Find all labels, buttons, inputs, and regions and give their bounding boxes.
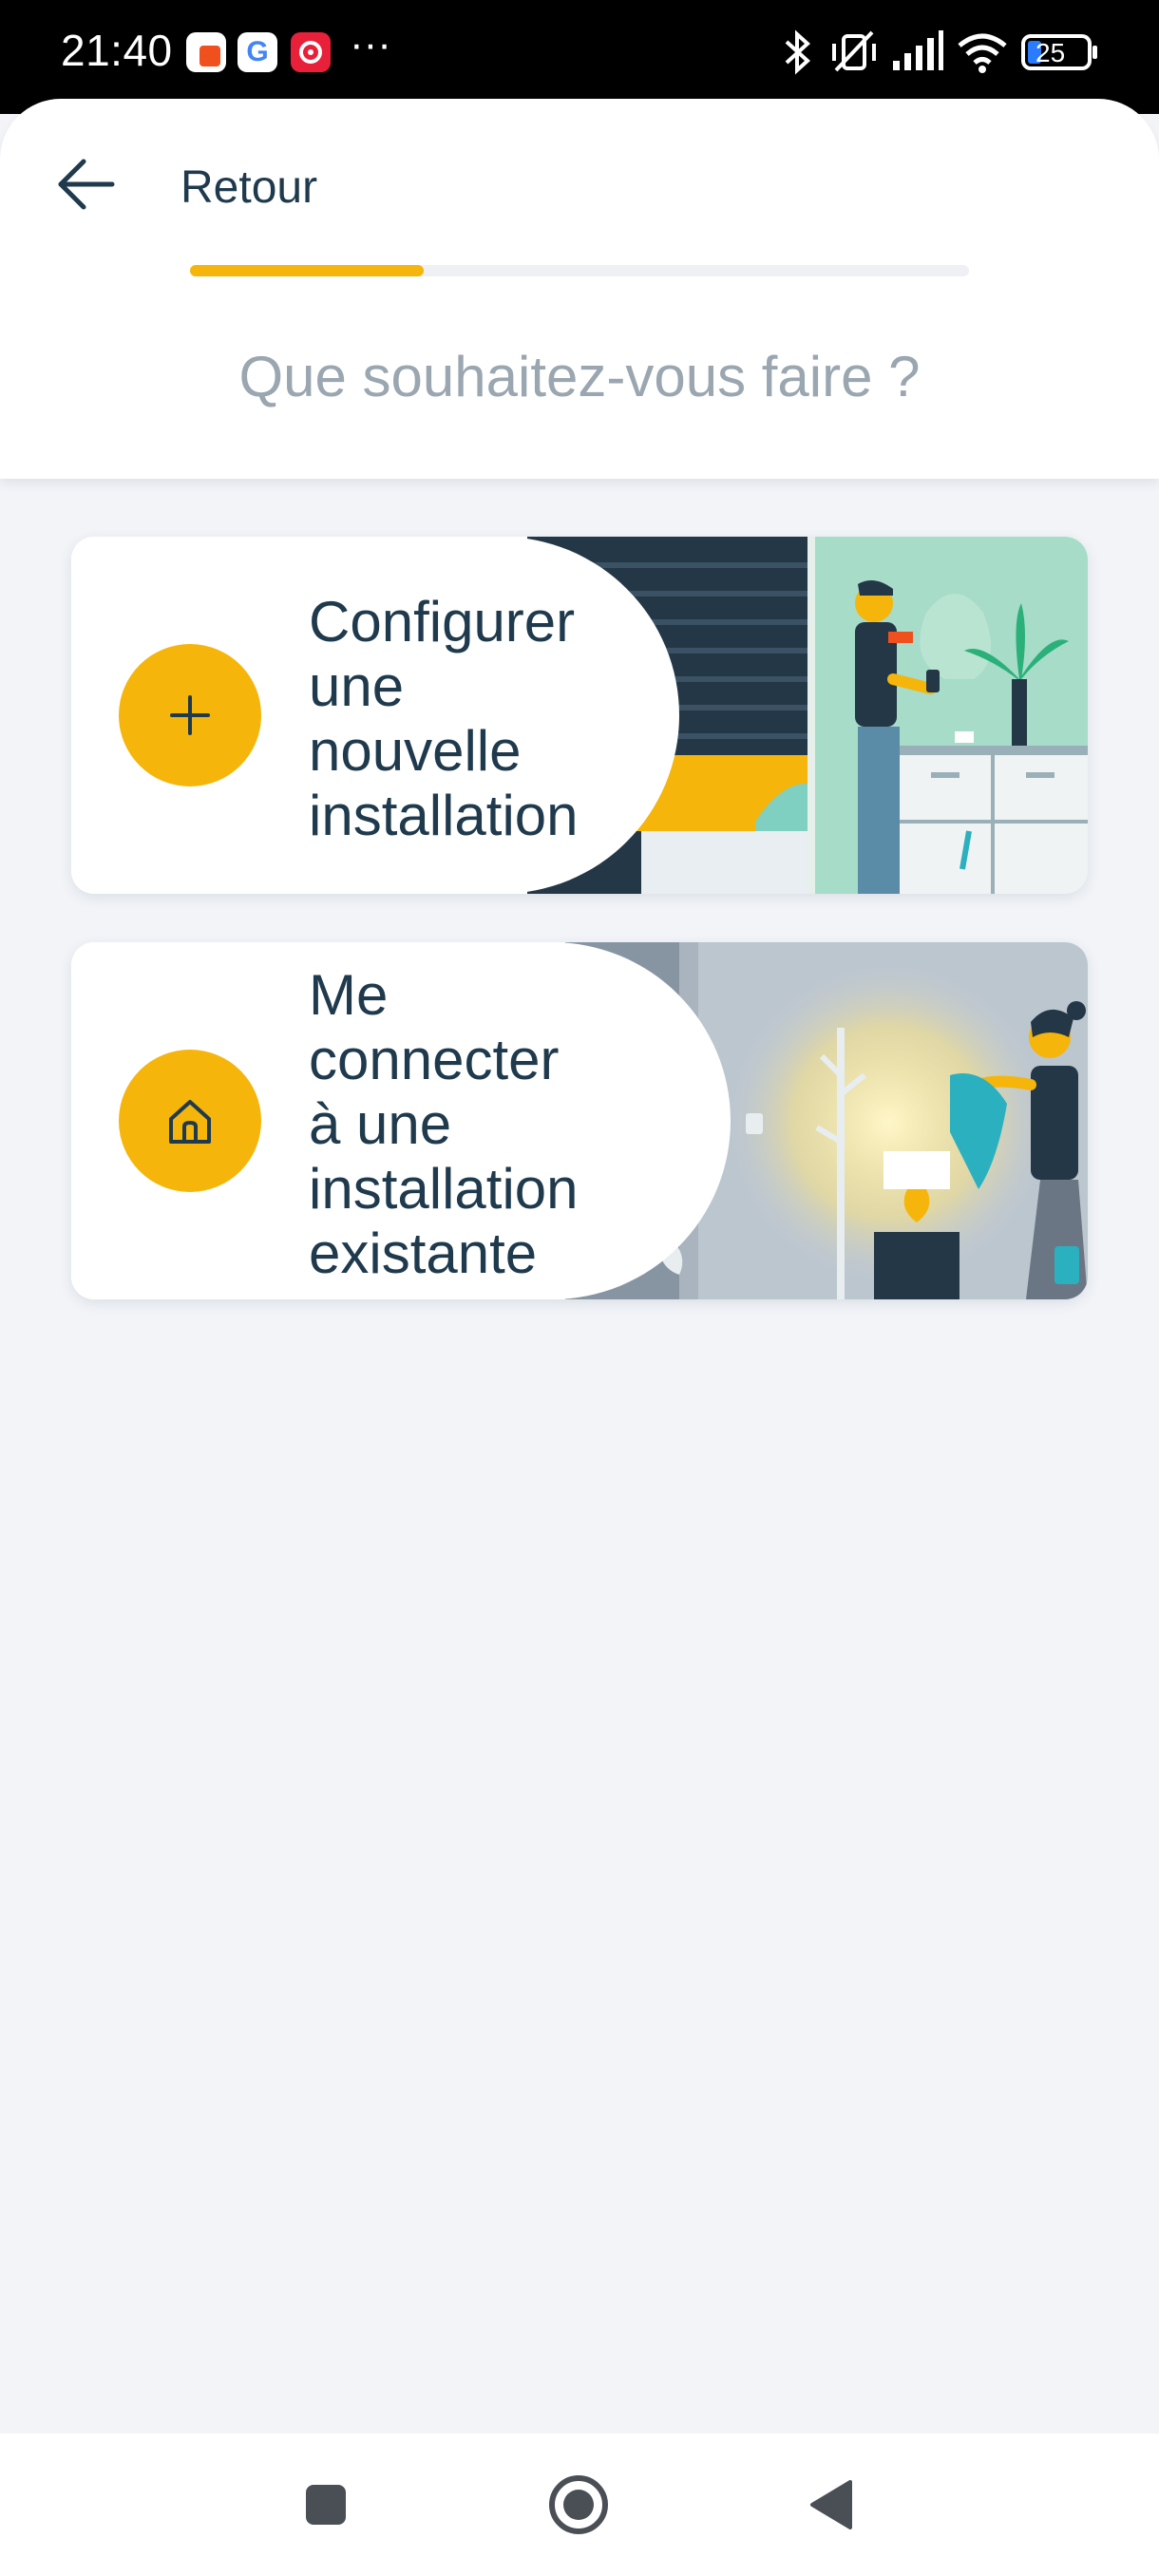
- back-label[interactable]: Retour: [180, 161, 317, 214]
- arrow-left-icon: [58, 159, 115, 210]
- option-label-line: existante: [309, 1222, 538, 1285]
- option-label-line: Me: [309, 963, 389, 1027]
- bluetooth-icon: [785, 29, 810, 75]
- option-label-line: connecter: [309, 1028, 560, 1091]
- status-time: 21:40: [61, 26, 173, 75]
- target-app-icon: [291, 32, 331, 72]
- battery-level: 25: [1036, 38, 1066, 67]
- plus-icon-button: [119, 644, 261, 786]
- google-icon: G: [238, 32, 277, 72]
- recent-apps-button[interactable]: [283, 2462, 369, 2548]
- progress-bar: [190, 265, 969, 276]
- home-icon: [169, 1100, 211, 1144]
- option-label-line: une: [309, 654, 405, 718]
- option-label-line: Configurer: [309, 590, 576, 653]
- signal-icon: [893, 30, 943, 70]
- notification-app-icon: [186, 32, 226, 72]
- option-label-line: à une: [309, 1092, 452, 1156]
- option-label: Me connecter à une installation existant…: [309, 963, 746, 1286]
- vibrate-off-icon: [832, 30, 876, 72]
- back-nav-button[interactable]: [788, 2462, 874, 2548]
- option-label-line: installation: [309, 784, 579, 847]
- home-nav-button[interactable]: [536, 2462, 621, 2548]
- progress-fill: [190, 265, 424, 276]
- square-icon: [306, 2485, 346, 2525]
- option-new-installation[interactable]: Configurer une nouvelle installation: [71, 537, 1088, 894]
- system-nav-bar: [0, 2434, 1159, 2576]
- triangle-back-icon: [810, 2480, 852, 2529]
- option-existing-installation[interactable]: Me connecter à une installation existant…: [71, 942, 1088, 1299]
- option-label-line: installation: [309, 1157, 579, 1221]
- home-icon-button: [119, 1050, 261, 1192]
- header: Retour Que souhaitez-vous faire ?: [0, 99, 1159, 479]
- circle-icon: [549, 2475, 608, 2534]
- option-label: Configurer une nouvelle installation: [309, 590, 746, 848]
- back-button[interactable]: [38, 137, 133, 232]
- more-notifications-icon: ···: [350, 21, 391, 67]
- option-label-line: nouvelle: [309, 719, 522, 783]
- wifi-icon: [958, 33, 1007, 73]
- plus-icon: [170, 695, 210, 735]
- status-bar: 21:40 G ··· 25: [0, 0, 1159, 114]
- page-question: Que souhaitez-vous faire ?: [238, 345, 921, 408]
